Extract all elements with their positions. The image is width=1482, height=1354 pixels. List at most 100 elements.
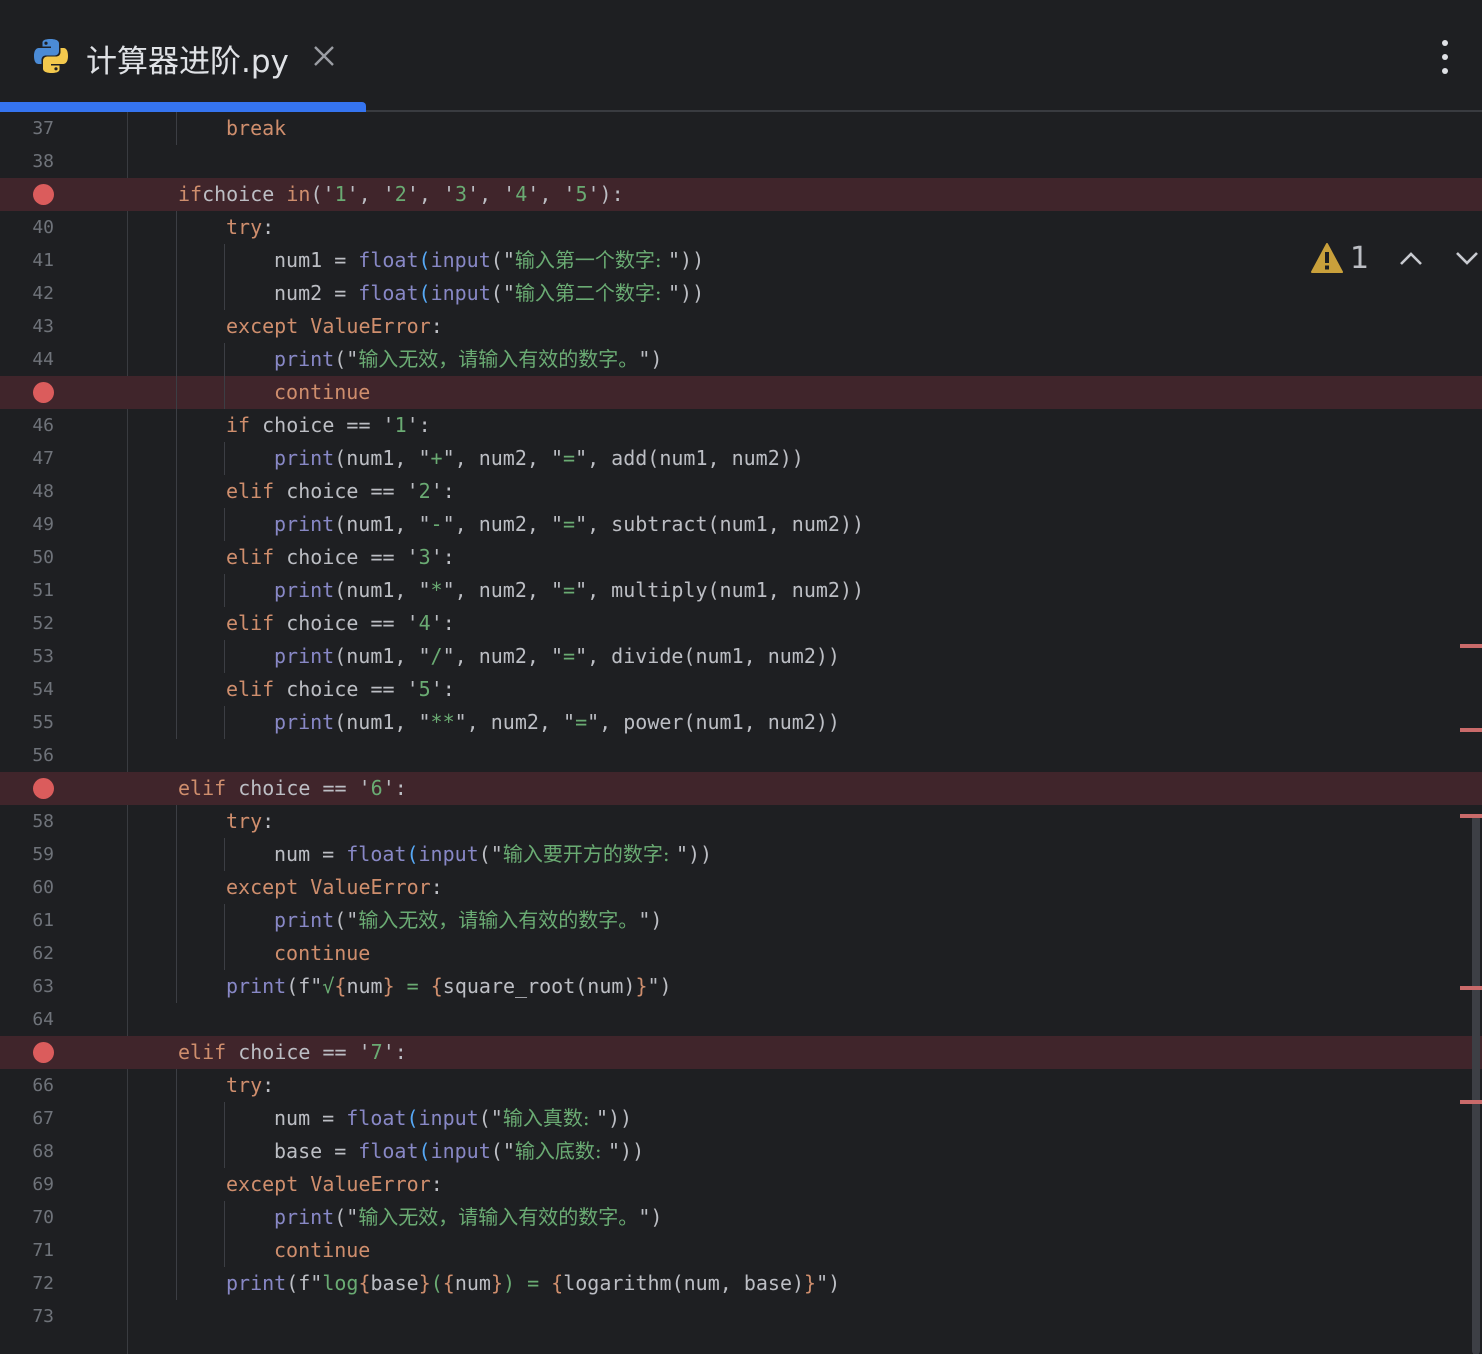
warning-count[interactable]: 1 <box>1350 240 1369 278</box>
line-number[interactable]: 68 <box>0 1135 54 1168</box>
code-text[interactable]: continue <box>274 937 370 970</box>
warning-icon[interactable] <box>1310 242 1344 274</box>
code-text[interactable]: except ValueError: <box>226 310 443 343</box>
file-tab[interactable]: 计算器进阶.py <box>0 0 366 112</box>
code-text[interactable]: ifchoice in('1', '2', '3', '4', '5'): <box>178 178 624 211</box>
code-text[interactable]: print(f"log{base}({num}) = {logarithm(nu… <box>226 1267 840 1300</box>
line-number[interactable]: 44 <box>0 343 54 376</box>
code-text[interactable]: try: <box>226 211 274 244</box>
line-number[interactable]: 58 <box>0 805 54 838</box>
line-number[interactable]: 41 <box>0 244 54 277</box>
line-number[interactable]: 37 <box>0 112 54 145</box>
code-text[interactable]: print("输入无效，请输入有效的数字。") <box>274 904 662 937</box>
code-text[interactable]: print(num1, "**", num2, "=", power(num1,… <box>274 706 840 739</box>
code-text[interactable]: print(num1, "-", num2, "=", subtract(num… <box>274 508 864 541</box>
code-line[interactable]: 54 elif choice == '5': <box>0 673 1482 706</box>
code-line[interactable]: 70 print("输入无效，请输入有效的数字。") <box>0 1201 1482 1234</box>
line-number[interactable]: 60 <box>0 871 54 904</box>
line-number[interactable]: 70 <box>0 1201 54 1234</box>
code-text[interactable]: except ValueError: <box>226 871 443 904</box>
error-stripe-marker[interactable] <box>1460 728 1482 732</box>
code-line[interactable]: 66 try: <box>0 1069 1482 1102</box>
error-stripe-marker[interactable] <box>1460 644 1482 648</box>
line-number[interactable]: 40 <box>0 211 54 244</box>
code-line[interactable]: 43 except ValueError: <box>0 310 1482 343</box>
code-text[interactable]: elif choice == '3': <box>226 541 455 574</box>
code-line[interactable]: 37 break <box>0 112 1482 145</box>
line-number[interactable]: 42 <box>0 277 54 310</box>
line-number[interactable]: 62 <box>0 937 54 970</box>
line-number[interactable]: 51 <box>0 574 54 607</box>
chevron-up-icon[interactable] <box>1398 248 1424 268</box>
code-line[interactable]: 50 elif choice == '3': <box>0 541 1482 574</box>
code-line[interactable]: 69 except ValueError: <box>0 1168 1482 1201</box>
line-number[interactable]: 38 <box>0 145 54 178</box>
code-line[interactable]: 60 except ValueError: <box>0 871 1482 904</box>
code-line[interactable]: 58 try: <box>0 805 1482 838</box>
line-number[interactable]: 63 <box>0 970 54 1003</box>
line-number[interactable]: 48 <box>0 475 54 508</box>
breakpoint-icon[interactable] <box>33 1042 54 1063</box>
code-text[interactable]: except ValueError: <box>226 1168 443 1201</box>
code-text[interactable]: continue <box>274 1234 370 1267</box>
code-text[interactable]: print(num1, "+", num2, "=", add(num1, nu… <box>274 442 804 475</box>
code-text[interactable]: break <box>226 112 286 145</box>
chevron-down-icon[interactable] <box>1454 248 1480 268</box>
code-line[interactable]: 63 print(f"√{num} = {square_root(num)}") <box>0 970 1482 1003</box>
code-text[interactable]: print(num1, "/", num2, "=", divide(num1,… <box>274 640 840 673</box>
line-number[interactable]: 49 <box>0 508 54 541</box>
code-text[interactable]: elif choice == '6': <box>178 772 407 805</box>
code-line[interactable]: 38 <box>0 145 1482 178</box>
line-number[interactable]: 56 <box>0 739 54 772</box>
line-number[interactable]: 55 <box>0 706 54 739</box>
code-text[interactable]: elif choice == '4': <box>226 607 455 640</box>
code-line[interactable]: 61 print("输入无效，请输入有效的数字。") <box>0 904 1482 937</box>
code-line[interactable]: 47 print(num1, "+", num2, "=", add(num1, … <box>0 442 1482 475</box>
line-number[interactable]: 53 <box>0 640 54 673</box>
code-line[interactable]: 68 base = float(input("输入底数: ")) <box>0 1135 1482 1168</box>
code-line[interactable]: 51 print(num1, "*", num2, "=", multiply(n… <box>0 574 1482 607</box>
line-number[interactable]: 59 <box>0 838 54 871</box>
code-line[interactable]: 55 print(num1, "**", num2, "=", power(num… <box>0 706 1482 739</box>
code-editor[interactable]: 37 break 38 ifchoice in('1', '2', '3', '4',… <box>0 112 1482 1354</box>
line-number[interactable]: 54 <box>0 673 54 706</box>
code-line[interactable]: 46 if choice == '1': <box>0 409 1482 442</box>
code-line[interactable]: 44 print("输入无效，请输入有效的数字。") <box>0 343 1482 376</box>
line-number[interactable]: 61 <box>0 904 54 937</box>
code-line[interactable]: 53 print(num1, "/", num2, "=", divide(num… <box>0 640 1482 673</box>
code-line[interactable]: 62 continue <box>0 937 1482 970</box>
code-text[interactable]: print(num1, "*", num2, "=", multiply(num… <box>274 574 864 607</box>
code-text[interactable]: num2 = float(input("输入第二个数字: ")) <box>274 277 704 310</box>
breakpoint-icon[interactable] <box>33 184 54 205</box>
close-icon[interactable] <box>312 44 336 68</box>
line-number[interactable]: 66 <box>0 1069 54 1102</box>
code-line[interactable]: 41 num1 = float(input("输入第一个数字: ")) <box>0 244 1482 277</box>
more-options-icon[interactable] <box>1432 38 1458 76</box>
error-stripe-marker[interactable] <box>1460 1100 1482 1104</box>
code-text[interactable]: elif choice == '7': <box>178 1036 407 1069</box>
line-number[interactable]: 47 <box>0 442 54 475</box>
code-text[interactable]: try: <box>226 805 274 838</box>
code-line[interactable]: 59 num = float(input("输入要开方的数字: ")) <box>0 838 1482 871</box>
code-text[interactable]: elif choice == '2': <box>226 475 455 508</box>
code-line[interactable]: 42 num2 = float(input("输入第二个数字: ")) <box>0 277 1482 310</box>
code-text[interactable]: if choice == '1': <box>226 409 431 442</box>
breakpoint-line[interactable]: ifchoice in('1', '2', '3', '4', '5'): <box>0 178 1482 211</box>
code-text[interactable]: try: <box>226 1069 274 1102</box>
breakpoint-icon[interactable] <box>33 778 54 799</box>
error-stripe-marker[interactable] <box>1460 814 1482 818</box>
breakpoint-line[interactable]: continue <box>0 376 1482 409</box>
code-text[interactable]: print("输入无效，请输入有效的数字。") <box>274 343 662 376</box>
code-line[interactable]: 48 elif choice == '2': <box>0 475 1482 508</box>
line-number[interactable]: 46 <box>0 409 54 442</box>
code-line[interactable]: 64 <box>0 1003 1482 1036</box>
code-text[interactable]: num = float(input("输入真数: ")) <box>274 1102 632 1135</box>
code-line[interactable]: 72 print(f"log{base}({num}) = {logarithm(… <box>0 1267 1482 1300</box>
code-text[interactable]: elif choice == '5': <box>226 673 455 706</box>
code-line[interactable]: 67 num = float(input("输入真数: ")) <box>0 1102 1482 1135</box>
line-number[interactable]: 52 <box>0 607 54 640</box>
code-text[interactable]: num1 = float(input("输入第一个数字: ")) <box>274 244 704 277</box>
code-line[interactable]: 40 try: <box>0 211 1482 244</box>
line-number[interactable]: 73 <box>0 1300 54 1333</box>
line-number[interactable]: 50 <box>0 541 54 574</box>
